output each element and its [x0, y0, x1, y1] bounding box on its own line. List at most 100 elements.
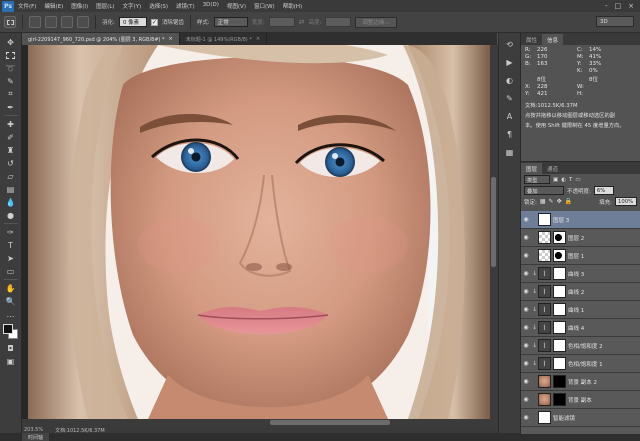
menu-item[interactable]: 文字(Y) [119, 2, 146, 10]
layer-thumbnail[interactable]: ⌇ [538, 267, 551, 280]
layer-filter-select[interactable]: 类型 [524, 175, 550, 184]
layer-row[interactable]: ◉ 图层 1 [521, 247, 640, 265]
history-icon[interactable]: ⟲ [504, 39, 516, 49]
menu-item[interactable]: 帮助(H) [279, 2, 306, 10]
feather-input[interactable]: 0 像素 [118, 17, 147, 27]
swap-icon[interactable]: ⇄ [299, 18, 305, 26]
lock-position-icon[interactable]: ✥ [557, 198, 562, 205]
layer-row[interactable]: ◉ 智能滤镜 [521, 409, 640, 427]
pen-tool-icon[interactable]: ✑ [4, 227, 18, 237]
gradient-tool-icon[interactable]: ▤ [4, 184, 18, 194]
portrait-photo[interactable] [28, 45, 490, 419]
history-brush-tool-icon[interactable]: ↺ [4, 158, 18, 168]
quick-select-tool-icon[interactable]: ✎ [4, 76, 18, 86]
new-selection-icon[interactable] [29, 16, 41, 28]
filter-adjust-icon[interactable]: ◐ [561, 177, 566, 183]
shape-tool-icon[interactable]: ▭ [4, 266, 18, 276]
maximize-icon[interactable]: □ [615, 2, 622, 10]
fill-input[interactable]: 100% [615, 197, 637, 206]
layer-thumbnail[interactable]: ⌇ [538, 357, 551, 370]
blend-mode-select[interactable]: 叠加 [524, 186, 564, 195]
paragraph-icon[interactable]: ¶ [504, 129, 516, 139]
tab-info[interactable]: 信息 [542, 34, 564, 45]
visibility-eye-icon[interactable]: ◉ [521, 342, 531, 349]
subtract-selection-icon[interactable] [61, 16, 73, 28]
layer-mask-thumbnail[interactable] [553, 339, 566, 352]
layer-name[interactable]: 图层 1 [568, 252, 584, 260]
filter-shape-icon[interactable]: ▭ [575, 177, 580, 183]
filter-type-icon[interactable]: T [569, 177, 572, 183]
visibility-eye-icon[interactable]: ◉ [521, 396, 531, 403]
layer-name[interactable]: 曲线 2 [568, 288, 584, 296]
path-select-tool-icon[interactable]: ➤ [4, 253, 18, 263]
layer-mask-thumbnail[interactable] [553, 357, 566, 370]
brush-settings-icon[interactable]: ✎ [504, 93, 516, 103]
tab-channels[interactable]: 通道 [542, 163, 563, 174]
visibility-eye-icon[interactable]: ◉ [521, 270, 531, 277]
clone-stamp-tool-icon[interactable]: ♜ [4, 145, 18, 155]
close-icon[interactable]: × [169, 36, 173, 42]
minimize-icon[interactable]: - [605, 2, 608, 10]
layer-row[interactable]: ◉ ↓ ⌇ 曲线 4 [521, 319, 640, 337]
visibility-eye-icon[interactable]: ◉ [521, 252, 531, 259]
menu-item[interactable]: 3D(D) [199, 2, 223, 10]
blur-tool-icon[interactable]: 💧 [4, 197, 18, 207]
layer-name[interactable]: 曲线 1 [568, 306, 584, 314]
marquee-tool-icon[interactable] [4, 50, 18, 60]
menu-item[interactable]: 视图(V) [223, 2, 250, 10]
layer-thumbnail[interactable] [538, 411, 551, 424]
layer-row[interactable]: ◉ 背景 副本 2 [521, 373, 640, 391]
color-swatches[interactable] [2, 324, 19, 340]
refine-edge-button[interactable]: 调整边缘... [355, 16, 397, 28]
layer-name[interactable]: 曲线 4 [568, 324, 584, 332]
healing-brush-tool-icon[interactable]: ✚ [4, 119, 18, 129]
close-icon[interactable]: × [628, 2, 634, 10]
visibility-eye-icon[interactable]: ◉ [521, 324, 531, 331]
adjustments-icon[interactable]: ◐ [504, 75, 516, 85]
layer-thumbnail[interactable]: ⌇ [538, 303, 551, 316]
quick-mask-icon[interactable]: ◘ [4, 343, 18, 353]
layer-thumbnail[interactable] [538, 375, 551, 388]
style-select[interactable]: 正常 [213, 17, 248, 27]
menu-item[interactable]: 图层(L) [92, 2, 118, 10]
layer-row[interactable]: ◉ 图层 2 [521, 229, 640, 247]
opacity-input[interactable]: 6% [593, 186, 614, 195]
layer-thumbnail[interactable] [538, 393, 551, 406]
layer-row[interactable]: ◉ ↓ ⌇ 色相/饱和度 1 [521, 355, 640, 373]
layer-name[interactable]: 色相/饱和度 2 [568, 342, 603, 350]
layer-name[interactable]: 背景 副本 2 [568, 378, 597, 386]
actions-icon[interactable]: ▶ [504, 57, 516, 67]
layer-row[interactable]: ◉ 背景 副本 [521, 391, 640, 409]
timeline-tab[interactable]: 时间轴 [22, 433, 50, 441]
layer-mask-thumbnail[interactable] [553, 249, 566, 262]
vertical-scroll-thumb[interactable] [491, 177, 496, 267]
menu-item[interactable]: 滤镜(T) [172, 2, 199, 10]
height-input[interactable] [325, 17, 352, 27]
layer-mask-thumbnail[interactable] [553, 231, 566, 244]
horizontal-scroll-thumb[interactable] [270, 420, 390, 425]
eyedropper-tool-icon[interactable]: ✒ [4, 102, 18, 112]
close-icon[interactable]: × [256, 36, 260, 42]
menu-item[interactable]: 窗口(W) [250, 2, 279, 10]
screen-mode-icon[interactable]: ▣ [4, 356, 18, 366]
menu-item[interactable]: 图像(I) [67, 2, 92, 10]
lock-transparency-icon[interactable]: ▦ [540, 198, 546, 205]
eraser-tool-icon[interactable]: ▱ [4, 171, 18, 181]
layer-thumbnail[interactable]: ⌇ [538, 285, 551, 298]
more-tools-icon[interactable]: … [4, 309, 18, 319]
tool-preset-icon[interactable] [4, 16, 16, 28]
width-input[interactable] [268, 17, 295, 27]
visibility-eye-icon[interactable]: ◉ [521, 216, 531, 223]
layer-mask-thumbnail[interactable] [553, 303, 566, 316]
move-tool-icon[interactable]: ✥ [4, 37, 18, 47]
layer-thumbnail[interactable] [538, 249, 551, 262]
visibility-eye-icon[interactable]: ◉ [521, 234, 531, 241]
antialias-checkbox[interactable]: ✓ [150, 18, 158, 26]
layer-name[interactable]: 背景 副本 [568, 396, 592, 404]
layer-mask-thumbnail[interactable] [553, 321, 566, 334]
layer-name[interactable]: 色相/饱和度 1 [568, 360, 603, 368]
layer-mask-thumbnail[interactable] [553, 375, 566, 388]
layer-mask-thumbnail[interactable] [553, 393, 566, 406]
layer-thumbnail[interactable]: ⌇ [538, 321, 551, 334]
foreground-color-swatch[interactable] [2, 324, 13, 334]
